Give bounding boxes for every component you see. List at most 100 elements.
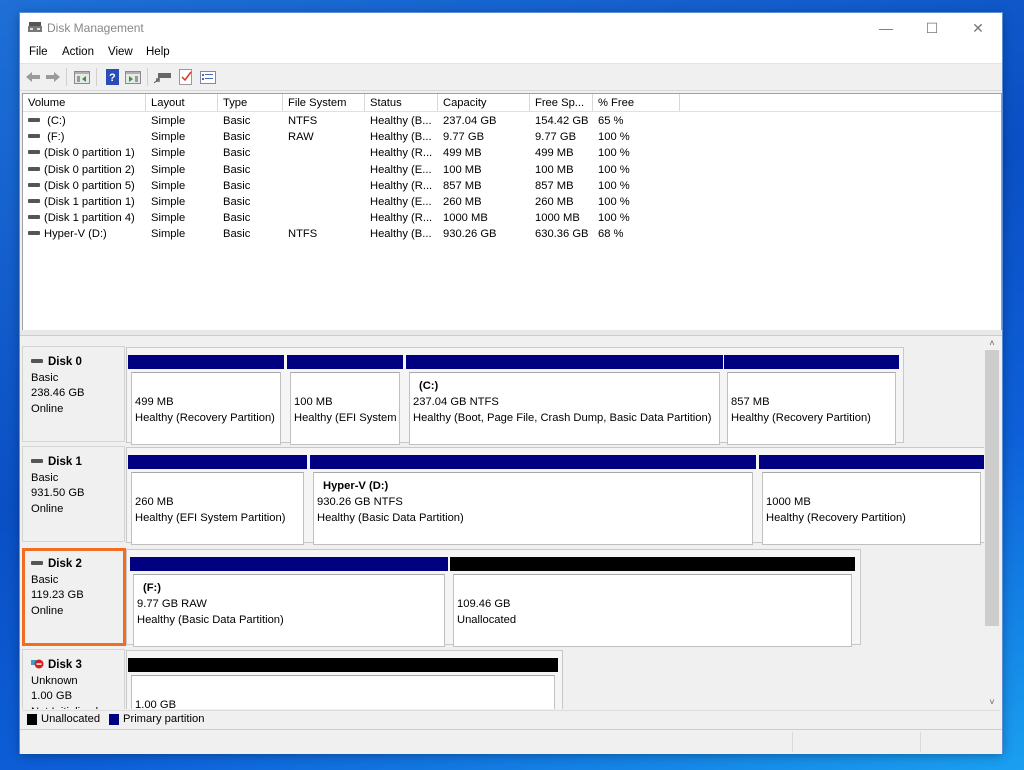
cell-free-space: 857 MB (535, 179, 574, 192)
disk-label-0[interactable]: Disk 0 Basic 238.46 GB Online (22, 346, 125, 442)
cell-percent-free: 100 % (598, 179, 630, 192)
primary-partition[interactable]: 857 MB Healthy (Recovery Partition) (724, 355, 899, 445)
table-row[interactable]: Hyper-V (D:) Simple Basic NTFS Healthy (B...… (23, 226, 1001, 242)
partition-status: Healthy (EFI System (294, 412, 397, 424)
properties-list-button[interactable] (199, 68, 217, 86)
volume-list[interactable]: Volume Layout Type File System Status Ca… (22, 93, 1002, 331)
cell-capacity: 1000 MB (443, 212, 488, 225)
table-row[interactable]: (Disk 1 partition 4) Simple Basic Healthy (… (23, 210, 1001, 226)
checklist-button[interactable] (177, 68, 195, 86)
table-row[interactable]: (Disk 0 partition 1) Simple Basic Healthy (… (23, 145, 1001, 161)
disk-icon (31, 458, 43, 463)
disk-label-1[interactable]: Disk 1 Basic 931.50 GB Online (22, 446, 125, 542)
forward-button[interactable] (44, 68, 62, 86)
table-row[interactable]: (Disk 0 partition 2) Simple Basic Healthy (… (23, 162, 1001, 178)
cell-percent-free: 65 % (598, 115, 624, 127)
primary-partition[interactable]: 100 MB Healthy (EFI System (287, 355, 403, 445)
scroll-thumb[interactable] (985, 350, 999, 626)
column-header-status[interactable]: Status (365, 94, 438, 111)
volume-icon (28, 118, 40, 123)
partition-volume-name: (C:) (419, 380, 439, 392)
maximize-button[interactable]: ☐ (909, 13, 955, 43)
connect-disk-button[interactable] (154, 68, 172, 86)
column-header-layout[interactable]: Layout (146, 94, 218, 111)
cell-percent-free: 68 % (598, 228, 624, 241)
disk-status: Online (31, 502, 64, 515)
disk-label-2[interactable]: Disk 2 Basic 119.23 GB Online (22, 548, 125, 644)
partition-volume-name (135, 378, 280, 394)
menu-view[interactable]: View (108, 46, 133, 58)
partition-status: Healthy (Recovery Partition) (135, 412, 275, 424)
table-row[interactable]: (Disk 0 partition 5) Simple Basic Healthy (… (23, 178, 1001, 194)
column-header-type[interactable]: Type (218, 94, 283, 111)
cell-volume: (Disk 1 partition 4) (23, 210, 146, 226)
partition-volume-name (731, 378, 895, 394)
cell-free-space: 154.42 GB (535, 115, 589, 127)
primary-partition[interactable]: (C:) 237.04 GB NTFS Healthy (Boot, Page Fi… (406, 355, 723, 445)
primary-partition[interactable]: Hyper-V (D:) 930.26 GB NTFS Healthy (Basic… (310, 455, 756, 545)
disk-label-3[interactable]: Disk 3 Unknown 1.00 GB Not Initialised (22, 649, 125, 709)
primary-partition[interactable]: 260 MB Healthy (EFI System Partition) (128, 455, 307, 545)
menu-help[interactable]: Help (146, 46, 170, 58)
menu-file[interactable]: File (29, 46, 48, 58)
volume-name: (Disk 1 partition 1) (44, 196, 135, 208)
cell-capacity: 100 MB (443, 163, 482, 176)
partition-details: 100 MB Healthy (EFI System (290, 372, 400, 445)
cell-capacity: 9.77 GB (443, 131, 485, 144)
partition-volume-name (135, 681, 554, 697)
cell-file-system: RAW (288, 131, 314, 144)
partition-color-bar (724, 355, 899, 369)
back-button[interactable] (24, 68, 42, 86)
column-header-file-system[interactable]: File System (283, 94, 365, 111)
partition-size: 237.04 GB NTFS (413, 396, 499, 408)
cell-status: Healthy (R... (370, 212, 433, 225)
table-row[interactable]: (F:) Simple Basic RAW Healthy (B... 9.77 GB 9.… (23, 129, 1001, 145)
scroll-up-icon[interactable]: ˄ (984, 336, 1000, 350)
minimize-button[interactable]: — (863, 13, 909, 43)
primary-partition[interactable]: 1000 MB Healthy (Recovery Partition) (759, 455, 984, 545)
cell-file-system (283, 162, 365, 178)
cell-free-space: 1000 MB (535, 212, 580, 225)
disk-type: Basic (31, 573, 59, 586)
partition-details: 109.46 GB Unallocated (453, 574, 852, 647)
partition-size: 9.77 GB RAW (137, 598, 207, 610)
cell-percent-free: 100 % (598, 131, 630, 144)
disk-pane-scrollbar[interactable]: ˄ ˅ (984, 336, 1000, 709)
cell-free-space: 630.36 GB (535, 228, 589, 241)
column-header-capacity[interactable]: Capacity (438, 94, 530, 111)
forward-icon (46, 72, 60, 82)
checklist-icon (179, 69, 192, 85)
menu-action[interactable]: Action (62, 46, 94, 58)
partition-status: Healthy (EFI System Partition) (135, 512, 286, 524)
cell-free-space: 9.77 GB (535, 131, 577, 144)
partition-volume-name: (F:) (143, 582, 162, 594)
disk-icon (31, 560, 43, 565)
column-header-volume[interactable]: Volume (23, 94, 146, 111)
help-button[interactable]: ? (103, 68, 121, 86)
close-button[interactable]: ✕ (955, 13, 1001, 43)
unallocated-partition[interactable]: 1.00 GBUnallocated (128, 658, 558, 709)
unallocated-partition[interactable]: 109.46 GB Unallocated (450, 557, 855, 647)
partition-color-bar (128, 658, 558, 672)
primary-partition[interactable]: (F:) 9.77 GB RAW Healthy (Basic Data Parti… (130, 557, 448, 647)
legend: Unallocated Primary partition (22, 710, 1000, 728)
table-row[interactable]: (Disk 1 partition 1) Simple Basic Healthy (… (23, 194, 1001, 210)
toolbar: ? (20, 64, 1002, 91)
cell-percent-free: 100 % (598, 147, 630, 160)
disk-status: Not Initialised (31, 706, 98, 710)
show-hide-console-tree-button[interactable] (73, 68, 91, 86)
cell-type: Basic (223, 196, 251, 208)
volume-name: Hyper-V (D:) (44, 228, 107, 241)
cell-file-system: NTFS (288, 228, 318, 241)
show-action-pane-button[interactable] (124, 68, 142, 86)
primary-partition[interactable]: 499 MB Healthy (Recovery Partition) (128, 355, 284, 445)
disk-type: Unknown (31, 674, 78, 687)
cell-layout: Simple (151, 115, 186, 127)
partition-status: Healthy (Basic Data Partition) (137, 614, 284, 626)
cell-file-system (283, 145, 365, 161)
cell-free-space: 100 MB (535, 163, 574, 176)
table-row[interactable]: (C:) Simple Basic NTFS Healthy (B... 237.04 G… (23, 113, 1001, 129)
scroll-down-icon[interactable]: ˅ (984, 695, 1000, 709)
column-header-percent-free[interactable]: % Free (593, 94, 680, 111)
column-header-free-space[interactable]: Free Sp... (530, 94, 593, 111)
